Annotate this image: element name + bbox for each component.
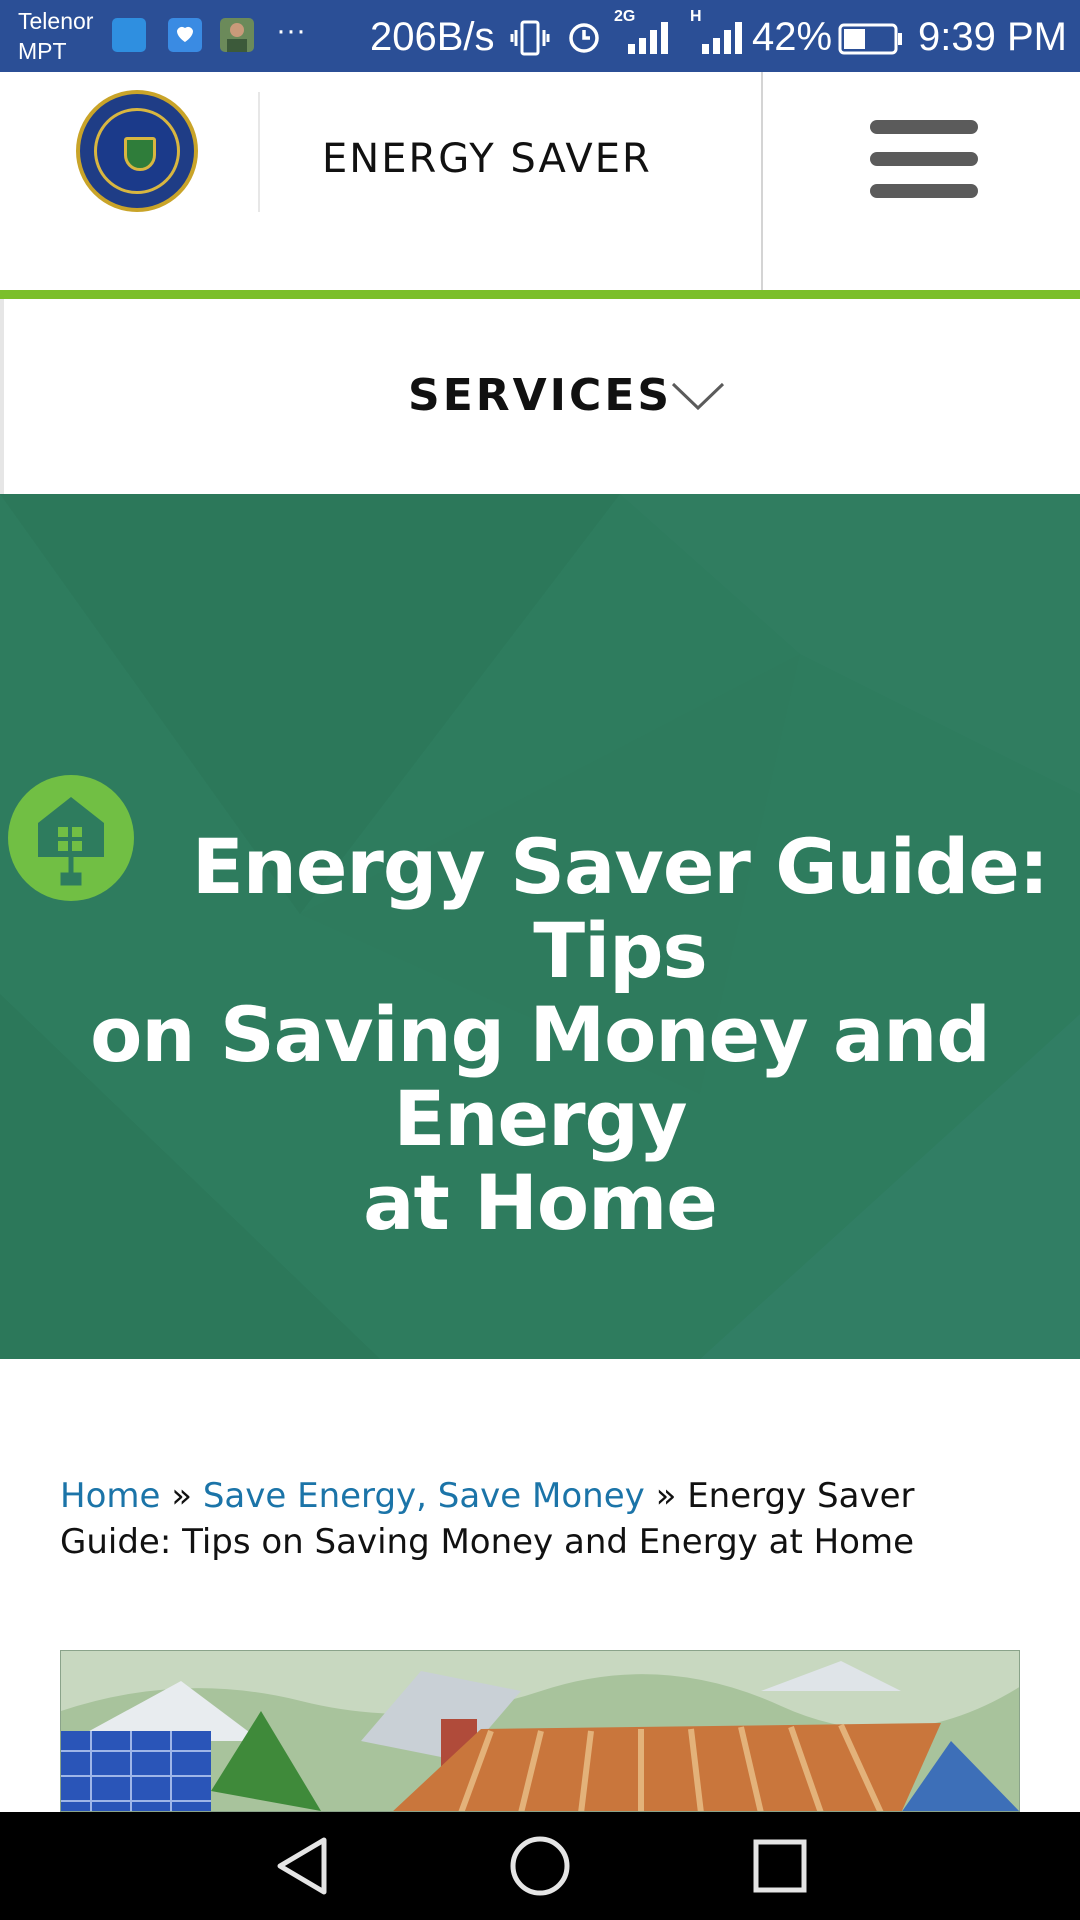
page-title: Energy Saver Guide: Tips on Saving Money… [0, 825, 1080, 1245]
status-bar: Telenor MPT ··· 206B/s 2G H 42% 9:39 PM [0, 0, 1080, 72]
menu-divider [761, 72, 763, 290]
recents-square-icon[interactable] [750, 1836, 810, 1896]
services-label[interactable]: SERVICES [408, 370, 672, 421]
breadcrumb-home-link[interactable]: Home [60, 1476, 160, 1516]
breadcrumb-separator: » [655, 1476, 677, 1516]
alarm-icon [564, 16, 604, 61]
carrier-line2: MPT [18, 38, 67, 64]
page-title-line2: on Saving Money and Energy [90, 990, 991, 1163]
seal-inner-ring [94, 108, 180, 194]
signal-strength-icon-2 [700, 20, 746, 61]
signal-strength-icon-1 [626, 20, 672, 61]
hamburger-bar-bottom [870, 184, 978, 198]
more-notifications: ··· [276, 14, 306, 47]
page-title-line1: Energy Saver Guide: Tips [191, 822, 1049, 995]
breadcrumb: Home » Save Energy, Save Money » Energy … [60, 1473, 1020, 1565]
hamburger-menu-button[interactable] [870, 120, 978, 200]
health-app-icon [168, 18, 202, 52]
app-notification-icon [112, 18, 146, 52]
network-speed: 206B/s [370, 15, 495, 59]
contact-avatar-icon [220, 18, 254, 52]
page-title-line3: at Home [363, 1158, 718, 1247]
home-circle-icon[interactable] [508, 1834, 572, 1898]
seal-shield-icon [124, 137, 156, 171]
header-accent-rule [0, 290, 1080, 299]
clock: 9:39 PM [918, 15, 1067, 59]
carrier-label: Telenor MPT [18, 6, 93, 66]
breadcrumb-separator: » [171, 1476, 193, 1516]
logo-divider [258, 92, 260, 212]
back-triangle-icon[interactable] [272, 1834, 332, 1898]
house-illustration [60, 1650, 1020, 1812]
system-navigation-bar [0, 1812, 1080, 1920]
breadcrumb-parent-link[interactable]: Save Energy, Save Money [203, 1476, 645, 1516]
site-title[interactable]: ENERGY SAVER [322, 136, 652, 182]
battery-percent: 42% [752, 15, 833, 59]
vibrate-icon [510, 18, 550, 63]
department-of-energy-seal-logo[interactable] [76, 90, 198, 212]
hamburger-bar-top [870, 120, 978, 134]
hamburger-bar-middle [870, 152, 978, 166]
chevron-down-icon[interactable] [670, 378, 726, 414]
battery-icon [838, 22, 904, 61]
carrier-line1: Telenor [18, 8, 94, 34]
